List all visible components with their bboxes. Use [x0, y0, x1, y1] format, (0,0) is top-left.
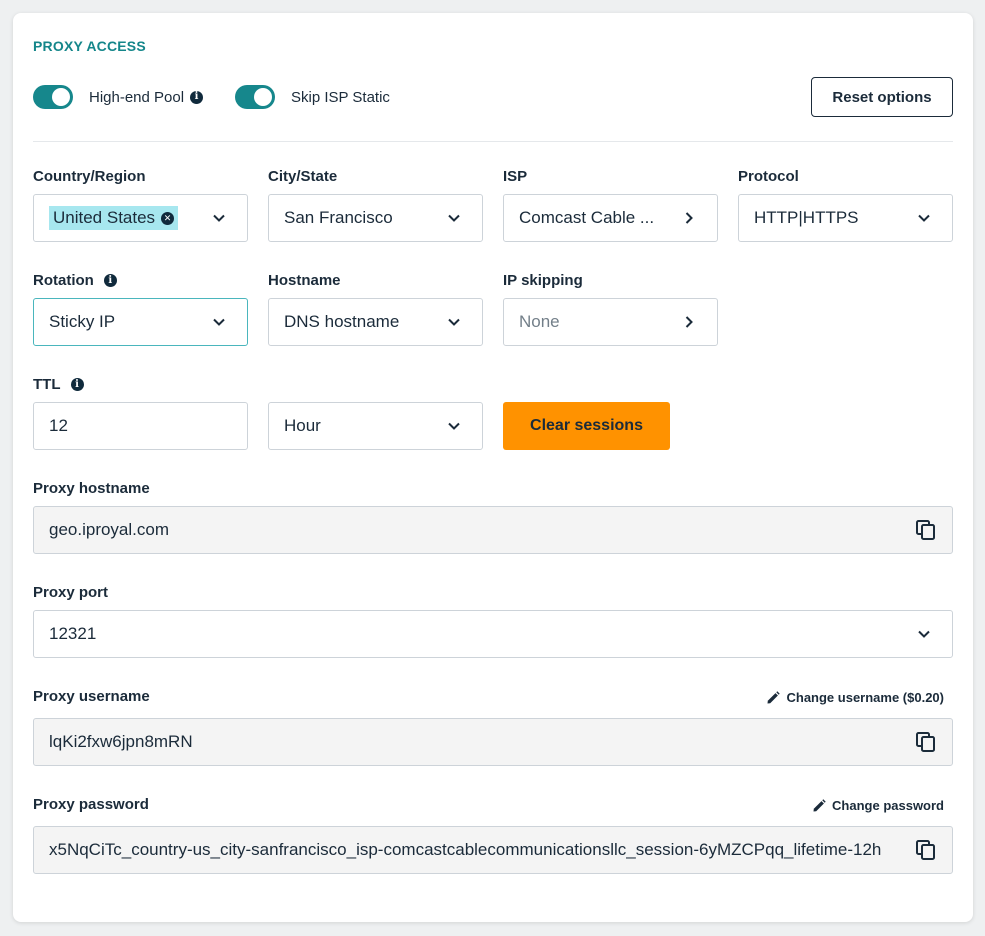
hostname-label-text: Hostname — [268, 272, 341, 289]
protocol-select[interactable]: HTTP|HTTPS — [738, 194, 953, 242]
reset-options-button[interactable]: Reset options — [811, 77, 953, 117]
ttl-input[interactable]: 12 — [33, 402, 248, 450]
ttl-value: 12 — [49, 416, 68, 435]
city-label: City/State — [268, 168, 337, 185]
isp-select[interactable]: Comcast Cable ... — [503, 194, 718, 242]
ttl-label: TTL i — [33, 376, 84, 393]
change-username-link[interactable]: Change username ($0.20) — [766, 690, 944, 705]
proxy-username-label: Proxy username — [33, 688, 150, 705]
ttl-label-text: TTL — [33, 376, 61, 393]
pencil-icon — [813, 798, 826, 811]
hostname-label: Hostname — [268, 272, 341, 289]
proxy-username-value: lqKi2fxw6jpn8mRN — [49, 732, 193, 751]
proxy-hostname-label-text: Proxy hostname — [33, 480, 150, 497]
proxy-access-card: PROXY ACCESS High-end Pool i Skip ISP St… — [13, 13, 973, 922]
toggle-knob — [52, 88, 70, 106]
pencil-icon — [767, 690, 781, 703]
copy-icon[interactable] — [915, 731, 937, 753]
protocol-label-text: Protocol — [738, 168, 799, 185]
section-title: PROXY ACCESS — [33, 38, 146, 54]
proxy-port-value: 12321 — [49, 624, 97, 643]
proxy-password-label-text: Proxy password — [33, 796, 149, 813]
proxy-port-select[interactable]: 12321 — [33, 610, 953, 658]
country-chip-text: United States — [53, 208, 156, 227]
rotation-label: Rotation i — [33, 272, 117, 289]
clear-sessions-button[interactable]: Clear sessions — [503, 402, 670, 450]
chevron-right-icon — [685, 212, 693, 224]
change-password-text: Change password — [832, 798, 944, 813]
ttl-unit-select[interactable]: Hour — [268, 402, 483, 450]
proxy-password-label: Proxy password — [33, 796, 149, 813]
chevron-down-icon — [918, 214, 930, 222]
rotation-label-text: Rotation — [33, 272, 94, 289]
divider — [33, 141, 953, 142]
proxy-password-field[interactable]: x5NqCiTc_country-us_city-sanfrancisco_is… — [33, 826, 953, 874]
country-chip: United States ✕ — [49, 206, 179, 230]
rotation-select[interactable]: Sticky IP — [33, 298, 248, 346]
isp-value: Comcast Cable ... — [519, 208, 655, 227]
country-label: Country/Region — [33, 168, 146, 185]
toggle-knob — [254, 88, 272, 106]
city-value: San Francisco — [284, 208, 393, 227]
chevron-down-icon — [918, 630, 930, 638]
isp-label: ISP — [503, 168, 527, 185]
copy-icon[interactable] — [915, 519, 937, 541]
change-username-text: Change username ($0.20) — [786, 690, 944, 705]
proxy-port-label-text: Proxy port — [33, 584, 109, 601]
chevron-down-icon — [448, 318, 460, 326]
rotation-value: Sticky IP — [49, 312, 116, 331]
high-end-pool-label: High-end Pool — [89, 88, 185, 106]
proxy-port-label: Proxy port — [33, 584, 108, 601]
chevron-down-icon — [213, 318, 225, 326]
copy-icon[interactable] — [915, 839, 937, 861]
info-icon[interactable]: i — [103, 274, 117, 287]
proxy-hostname-value: geo.iproyal.com — [49, 520, 170, 539]
info-icon[interactable]: i — [70, 378, 84, 391]
proxy-hostname-label: Proxy hostname — [33, 480, 150, 497]
protocol-label: Protocol — [738, 168, 799, 185]
proxy-hostname-field[interactable]: geo.iproyal.com — [33, 506, 953, 554]
ip-skipping-label-text: IP skipping — [503, 272, 583, 289]
chevron-right-icon — [685, 316, 693, 328]
country-label-text: Country/Region — [33, 168, 146, 185]
ip-skipping-label: IP skipping — [503, 272, 583, 289]
ip-skipping-placeholder: None — [519, 312, 560, 331]
proxy-username-field[interactable]: lqKi2fxw6jpn8mRN — [33, 718, 953, 766]
high-end-pool-toggle[interactable] — [33, 85, 73, 109]
chevron-down-icon — [213, 214, 225, 222]
remove-chip-icon[interactable]: ✕ — [161, 211, 175, 225]
isp-label-text: ISP — [503, 168, 528, 185]
toggle-high-end-pool-row: High-end Pool i — [33, 84, 204, 110]
country-select[interactable]: United States ✕ — [33, 194, 248, 242]
toggle-skip-isp-row: Skip ISP Static — [235, 84, 390, 110]
city-label-text: City/State — [268, 168, 338, 185]
chevron-down-icon — [448, 214, 460, 222]
chevron-down-icon — [448, 422, 460, 430]
protocol-value: HTTP|HTTPS — [754, 208, 859, 227]
hostname-select[interactable]: DNS hostname — [268, 298, 483, 346]
hostname-value: DNS hostname — [284, 312, 400, 331]
country-value: United States ✕ — [49, 206, 212, 230]
skip-isp-static-label: Skip ISP Static — [291, 88, 390, 106]
proxy-username-label-text: Proxy username — [33, 688, 150, 705]
info-icon[interactable]: i — [190, 90, 204, 104]
skip-isp-static-toggle[interactable] — [235, 85, 275, 109]
ttl-unit-value: Hour — [284, 416, 321, 435]
ip-skipping-select[interactable]: None — [503, 298, 718, 346]
city-select[interactable]: San Francisco — [268, 194, 483, 242]
proxy-password-value: x5NqCiTc_country-us_city-sanfrancisco_is… — [49, 840, 882, 859]
change-password-link[interactable]: Change password — [812, 798, 944, 813]
